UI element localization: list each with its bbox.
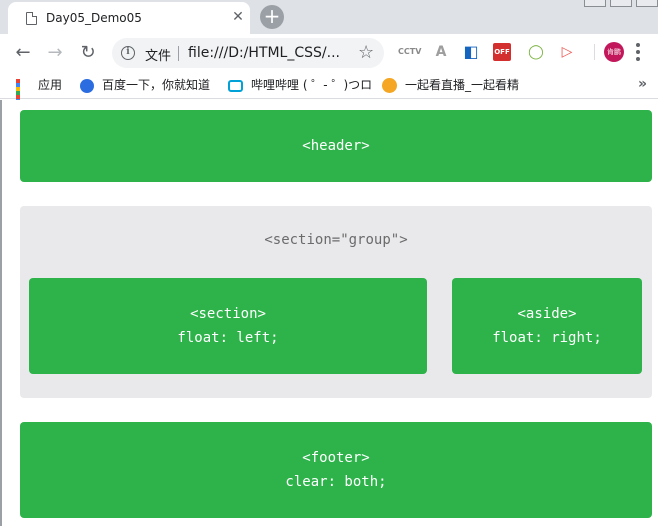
- toolbar-divider: [594, 44, 595, 60]
- bookmark-label: 应用: [38, 78, 63, 92]
- header-box: <header>: [20, 110, 652, 182]
- profile-avatar[interactable]: 肯鹏: [604, 42, 624, 62]
- bookmarks-overflow-icon[interactable]: »: [638, 76, 647, 92]
- bookmark-bilibili[interactable]: 哔哩哔哩 ( ゜- ゜)つロ: [228, 76, 372, 94]
- blue-extension-icon[interactable]: ◧: [462, 43, 480, 61]
- section-box: <section> float: left;: [29, 278, 427, 374]
- bookmark-label: 一起看直播_一起看精: [405, 78, 520, 92]
- section-float-rule: float: left;: [177, 330, 279, 346]
- group-label: <section="group">: [264, 232, 408, 248]
- footer-clear-rule: clear: both;: [285, 474, 387, 490]
- group-section: <section="group"> <section> float: left;…: [20, 206, 652, 398]
- close-window-button[interactable]: [636, 0, 658, 7]
- pdf-extension-icon[interactable]: A: [432, 43, 450, 61]
- yiqikan-face-icon: [382, 78, 397, 93]
- bookmark-label: 哔哩哔哩 ( ゜- ゜)つロ: [251, 78, 373, 92]
- minimize-button[interactable]: [584, 0, 606, 7]
- bilibili-tv-icon: [228, 79, 243, 92]
- aside-box: <aside> float: right;: [452, 278, 642, 374]
- footer-label: <footer>: [302, 450, 370, 466]
- browser-tab[interactable]: Day05_Demo05 ✕: [8, 2, 250, 34]
- file-scheme-label: 文件: [145, 49, 172, 64]
- address-bar[interactable]: i 文件 file:///D:/HTML_CSS/... ☆: [112, 38, 384, 68]
- leaf-extension-icon[interactable]: ◯: [527, 43, 545, 61]
- baidu-paw-icon: [80, 78, 94, 93]
- header-label: <header>: [302, 138, 370, 154]
- bookmark-baidu[interactable]: 百度一下，你就知道: [80, 76, 210, 94]
- aside-float-rule: float: right;: [492, 330, 602, 346]
- bookmark-label: 百度一下，你就知道: [102, 78, 211, 92]
- play-extension-icon[interactable]: ▷: [558, 43, 576, 61]
- page-viewport: <header> <section="group"> <section> flo…: [0, 100, 658, 526]
- footer-box: <footer> clear: both;: [20, 422, 652, 518]
- apps-grid-icon: [16, 78, 30, 115]
- reload-icon[interactable]: ↻: [77, 42, 99, 64]
- bookmark-yiqikan[interactable]: 一起看直播_一起看精: [382, 76, 519, 94]
- maximize-button[interactable]: [610, 0, 632, 7]
- bookmark-apps[interactable]: 应用: [16, 76, 63, 115]
- tab-close-icon[interactable]: ✕: [230, 9, 246, 25]
- section-label: <section>: [190, 306, 266, 322]
- adblock-off-icon[interactable]: OFF: [493, 43, 511, 61]
- back-arrow-icon[interactable]: ←: [12, 42, 34, 64]
- tab-title: Day05_Demo05: [46, 11, 142, 25]
- browser-toolbar: ← → ↻ i 文件 file:///D:/HTML_CSS/... ☆ CCT…: [0, 34, 658, 72]
- new-tab-button[interactable]: +: [260, 5, 284, 29]
- omnibox-divider: [178, 46, 179, 61]
- forward-arrow-icon[interactable]: →: [44, 42, 66, 64]
- kebab-menu-icon[interactable]: [636, 43, 640, 61]
- url-text[interactable]: file:///D:/HTML_CSS/...: [188, 45, 340, 61]
- cctv-extension-icon[interactable]: CCTV: [398, 43, 421, 61]
- bookmark-star-icon[interactable]: ☆: [358, 42, 374, 63]
- aside-label: <aside>: [517, 306, 577, 322]
- page-icon: [26, 12, 37, 25]
- bookmarks-bar: 应用 百度一下，你就知道 哔哩哔哩 ( ゜- ゜)つロ 一起看直播_一起看精 »: [0, 72, 658, 115]
- tab-strip: Day05_Demo05 ✕ +: [0, 0, 658, 34]
- info-icon[interactable]: i: [121, 46, 135, 60]
